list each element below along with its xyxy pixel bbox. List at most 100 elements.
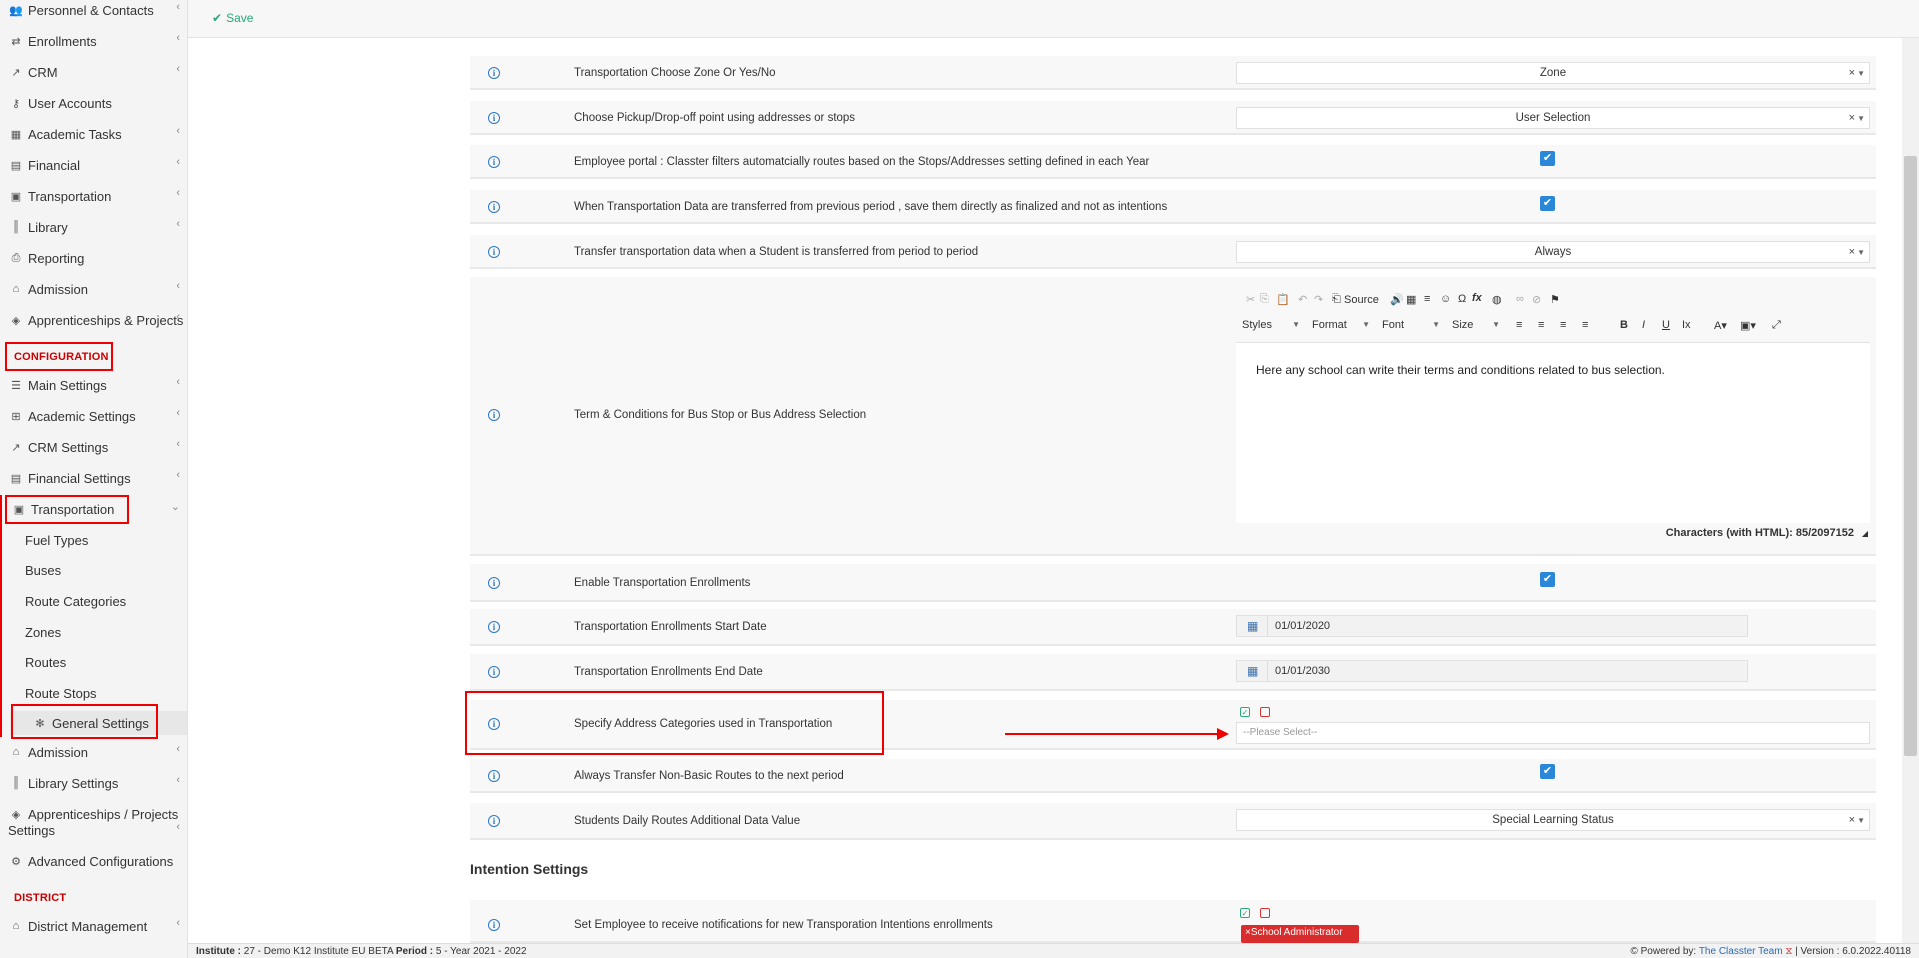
sidebar-item-general-settings[interactable]: ✻ General Settings [10, 711, 187, 735]
clear-icon[interactable]: × [1849, 246, 1855, 258]
styles-dropdown[interactable]: Styles ▼ [1242, 319, 1302, 337]
sidebar-item-admission[interactable]: ⌂ Admission ‹ [0, 277, 187, 301]
pickup-select[interactable]: User Selection × ▼ [1236, 107, 1870, 129]
sidebar-item-buses[interactable]: Buses [0, 558, 187, 582]
undo-icon[interactable]: ↶ [1298, 293, 1307, 306]
info-icon[interactable]: i [488, 815, 500, 827]
info-icon[interactable]: i [488, 409, 500, 421]
select-all-icon[interactable]: ✓ [1240, 707, 1250, 717]
horizontal-line-icon[interactable]: ≡ [1424, 293, 1430, 305]
info-icon[interactable]: i [488, 246, 500, 258]
background-color-icon[interactable]: ▣▾ [1740, 319, 1756, 332]
sidebar-item-transportation[interactable]: ▣ Transportation ‹ [0, 184, 187, 208]
align-left-icon[interactable]: ≡ [1516, 319, 1522, 331]
unlink-icon[interactable]: ⊘ [1532, 293, 1541, 306]
clear-icon[interactable]: × [1849, 814, 1855, 826]
cut-icon[interactable]: ✂ [1246, 293, 1255, 306]
sidebar-item-admission-settings[interactable]: ⌂ Admission ‹ [0, 740, 187, 764]
sidebar-item-district-management[interactable]: ⌂ District Management ‹ [0, 914, 187, 938]
calendar-icon[interactable]: ▦ [1247, 664, 1258, 678]
remove-format-icon[interactable]: Ix [1682, 319, 1691, 331]
sidebar-item-personnel[interactable]: 👥 Personnel & Contacts ‹ [0, 0, 187, 22]
globe-icon[interactable]: ◍ [1492, 293, 1502, 306]
info-icon[interactable]: i [488, 770, 500, 782]
size-dropdown[interactable]: Size ▼ [1452, 319, 1502, 337]
sidebar-item-route-stops[interactable]: Route Stops [0, 681, 187, 705]
text-color-icon[interactable]: A▾ [1714, 319, 1727, 332]
italic-icon[interactable]: I [1642, 319, 1645, 331]
info-icon[interactable]: i [488, 201, 500, 213]
source-button[interactable]: Source [1344, 294, 1379, 306]
sidebar-item-library-settings[interactable]: ║ Library Settings ‹ [0, 771, 187, 795]
enable-enrollments-checkbox[interactable]: ✔ [1540, 572, 1555, 587]
copy-icon[interactable]: ⎘ [1260, 293, 1269, 306]
info-icon[interactable]: i [488, 621, 500, 633]
sidebar-item-apprenticeships-settings-cont[interactable]: Settings ‹ [0, 818, 187, 842]
resize-handle-icon[interactable]: ◢ [1862, 529, 1868, 538]
editor-content[interactable]: Here any school can write their terms an… [1256, 363, 1665, 377]
sidebar-item-crm[interactable]: ↗ CRM ‹ [0, 60, 187, 84]
align-right-icon[interactable]: ≡ [1560, 319, 1566, 331]
info-icon[interactable]: i [488, 156, 500, 168]
deselect-all-icon[interactable] [1260, 707, 1270, 717]
sidebar-item-financial[interactable]: ▤ Financial ‹ [0, 153, 187, 177]
align-justify-icon[interactable]: ≡ [1582, 319, 1588, 331]
sidebar-item-advanced-configurations[interactable]: ⚙ Advanced Configurations [0, 849, 187, 873]
sidebar-item-user-accounts[interactable]: ⚷ User Accounts [0, 91, 187, 115]
classter-team-link[interactable]: The Classter Team [1699, 946, 1783, 957]
formula-icon[interactable]: fx [1472, 292, 1482, 304]
sidebar-item-crm-settings[interactable]: ↗ CRM Settings ‹ [0, 435, 187, 459]
font-dropdown[interactable]: Font ▼ [1382, 319, 1442, 337]
sidebar-item-enrollments[interactable]: ⇄ Enrollments ‹ [0, 29, 187, 53]
sidebar-item-fuel-types[interactable]: Fuel Types [0, 528, 187, 552]
source-icon[interactable]: ⎗ [1332, 293, 1341, 306]
non-basic-routes-checkbox[interactable]: ✔ [1540, 764, 1555, 779]
sidebar-item-transportation-config[interactable]: ▣ Transportation ⌄ [3, 497, 187, 521]
sidebar-item-library[interactable]: ║ Library ‹ [0, 215, 187, 239]
start-date-input[interactable]: ▦ 01/01/2020 [1236, 615, 1748, 637]
select-all-icon[interactable]: ✓ [1240, 908, 1250, 918]
info-icon[interactable]: i [488, 577, 500, 589]
sidebar-item-academic-settings[interactable]: ⊞ Academic Settings ‹ [0, 404, 187, 428]
address-categories-select[interactable]: --Please Select-- [1236, 722, 1870, 744]
sidebar-item-route-categories[interactable]: Route Categories [0, 589, 187, 613]
paste-icon[interactable]: 📋 [1276, 293, 1290, 306]
school-administrator-tag[interactable]: ×School Administrator [1241, 925, 1359, 943]
maximize-icon[interactable]: ⤢ [1772, 319, 1781, 332]
sidebar-item-zones[interactable]: Zones [0, 620, 187, 644]
audio-icon[interactable]: 🔊 [1390, 293, 1404, 306]
underline-icon[interactable]: U [1662, 319, 1670, 331]
info-icon[interactable]: i [488, 666, 500, 678]
info-icon[interactable]: i [488, 919, 500, 931]
scrollbar[interactable] [1902, 38, 1919, 943]
info-icon[interactable]: i [488, 112, 500, 124]
flag-icon[interactable]: ⚑ [1550, 293, 1560, 306]
align-center-icon[interactable]: ≡ [1538, 319, 1544, 331]
save-button[interactable]: ✔ Save [212, 11, 253, 25]
redo-icon[interactable]: ↷ [1314, 293, 1323, 306]
link-icon[interactable]: ∞ [1516, 293, 1524, 305]
sidebar-item-reporting[interactable]: ⎙ Reporting [0, 246, 187, 270]
transfer-student-select[interactable]: Always × ▼ [1236, 241, 1870, 263]
sidebar-item-academic-tasks[interactable]: ▦ Academic Tasks ‹ [0, 122, 187, 146]
sidebar-item-routes[interactable]: Routes [0, 650, 187, 674]
omega-icon[interactable]: Ω [1458, 293, 1466, 305]
info-icon[interactable]: i [488, 67, 500, 79]
clear-icon[interactable]: × [1849, 67, 1855, 79]
table-icon[interactable]: ▦ [1406, 293, 1416, 306]
format-dropdown[interactable]: Format ▼ [1312, 319, 1372, 337]
bold-icon[interactable]: B [1620, 319, 1628, 331]
sidebar-item-main-settings[interactable]: ☰ Main Settings ‹ [0, 373, 187, 397]
sidebar-item-financial-settings[interactable]: ▤ Financial Settings ‹ [0, 466, 187, 490]
info-icon[interactable]: i [488, 718, 500, 730]
transfer-previous-checkbox[interactable]: ✔ [1540, 196, 1555, 211]
calendar-icon[interactable]: ▦ [1247, 619, 1258, 633]
zone-select[interactable]: Zone × ▼ [1236, 62, 1870, 84]
clear-icon[interactable]: × [1849, 112, 1855, 124]
sidebar-item-apprenticeships[interactable]: ◈ Apprenticeships & Projects ‹ [0, 308, 187, 332]
deselect-all-icon[interactable] [1260, 908, 1270, 918]
scrollbar-thumb[interactable] [1904, 156, 1917, 756]
daily-routes-select[interactable]: Special Learning Status × ▼ [1236, 809, 1870, 831]
end-date-input[interactable]: ▦ 01/01/2030 [1236, 660, 1748, 682]
smiley-icon[interactable]: ☺ [1440, 293, 1451, 305]
